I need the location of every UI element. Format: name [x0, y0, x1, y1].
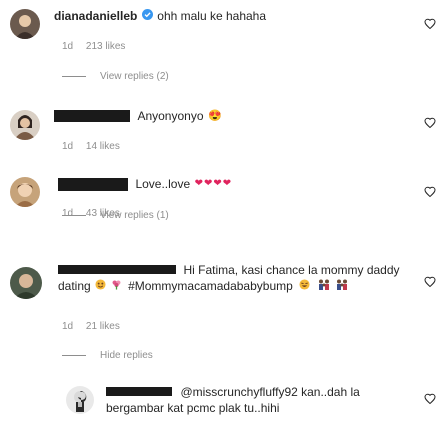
- username-redacted[interactable]: [54, 110, 130, 122]
- reply-text-part: bergambar kat pcmc plak tu..hihi: [106, 401, 280, 415]
- username[interactable]: dianadanielleb: [54, 9, 137, 23]
- divider: [62, 76, 86, 77]
- heart-eyes-emoji: 😍: [207, 110, 222, 122]
- like-heart-icon[interactable]: [424, 18, 436, 30]
- comment-4-text-row-1: Hi Fatima, kasi chance la mommy daddy: [58, 262, 400, 278]
- avatar[interactable]: [10, 267, 42, 299]
- avatar[interactable]: [10, 177, 40, 207]
- smile-emoji-icon: [299, 278, 310, 294]
- comment-text: Hi Fatima, kasi chance la mommy daddy: [183, 263, 400, 277]
- reply-text-row-2: bergambar kat pcmc plak tu..hihi: [106, 400, 279, 416]
- likes-count[interactable]: 213 likes: [86, 41, 125, 52]
- comment-meta: 1d 21 likes: [62, 321, 120, 332]
- emoji-icon: [95, 278, 106, 294]
- view-replies-label: View replies (1): [100, 210, 169, 221]
- comment-time: 1d: [62, 321, 74, 332]
- avatar[interactable]: [10, 110, 40, 140]
- divider: [62, 215, 86, 216]
- comment-text: Anyonyonyo: [137, 109, 204, 124]
- comment-2-text-row: Anyonyonyo 😍: [54, 108, 222, 124]
- username-redacted[interactable]: [106, 387, 172, 397]
- view-replies-label: View replies (2): [100, 71, 169, 82]
- likes-count[interactable]: 14 likes: [86, 141, 120, 152]
- view-replies-button[interactable]: View replies (2): [62, 71, 169, 82]
- like-heart-icon[interactable]: [424, 276, 436, 288]
- hide-replies-button[interactable]: Hide replies: [62, 350, 153, 361]
- username-redacted[interactable]: [58, 265, 176, 275]
- avatar[interactable]: [10, 9, 40, 39]
- reply-text-row-1: @misscrunchyfluffy92 kan..dah la: [106, 384, 360, 400]
- comment-text: Love..love: [135, 177, 191, 192]
- comment-text-part: dating: [58, 279, 91, 294]
- comment-meta: 1d 14 likes: [62, 141, 120, 152]
- family-emoji-icon: [336, 278, 348, 294]
- comment-time: 1d: [62, 41, 74, 52]
- bouquet-emoji-icon: [111, 278, 122, 294]
- verified-badge-icon: [141, 8, 153, 24]
- likes-count[interactable]: 21 likes: [86, 321, 120, 332]
- hide-replies-label: Hide replies: [100, 350, 153, 361]
- hashtag-link[interactable]: #Mommymacamadababybump: [128, 279, 293, 293]
- comment-4-text-row-2: dating #Mommymacamadababybump: [58, 278, 348, 294]
- divider: [62, 355, 86, 356]
- username-redacted[interactable]: [58, 177, 128, 191]
- family-emoji-icon: [318, 278, 330, 294]
- comment-3-text-row: Love..love ❤❤❤❤: [58, 176, 232, 192]
- comment-1-text-row: dianadanielleb ohh malu ke hahaha: [54, 8, 266, 24]
- comment-meta: 1d 213 likes: [62, 41, 125, 52]
- like-heart-icon[interactable]: [424, 393, 436, 405]
- like-heart-icon[interactable]: [424, 186, 436, 198]
- view-replies-button[interactable]: View replies (1): [62, 210, 169, 221]
- comment-text: ohh malu ke hahaha: [157, 9, 267, 24]
- reply-text: @misscrunchyfluffy92 kan..dah la: [180, 385, 360, 399]
- avatar[interactable]: [66, 386, 94, 414]
- like-heart-icon[interactable]: [424, 117, 436, 129]
- red-hearts-emoji: ❤❤❤❤: [194, 178, 233, 189]
- comment-time: 1d: [62, 141, 74, 152]
